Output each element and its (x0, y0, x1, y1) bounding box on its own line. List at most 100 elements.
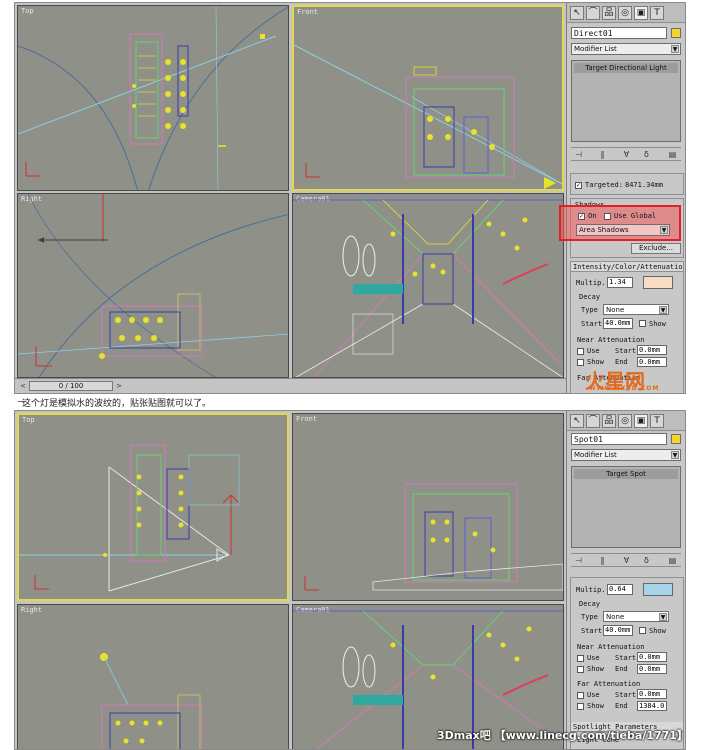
far-start-spinner[interactable]: 0.0mm (637, 689, 667, 699)
stack-tools: ⊣ ‖ ∀ δ ▤ (571, 147, 681, 161)
decay-header: Decay (579, 293, 601, 301)
near-use-checkbox[interactable] (577, 348, 584, 355)
hierarchy-tab-icon[interactable]: 品 (602, 414, 616, 428)
command-panel-tabs: ↖ ⌒ 品 ◎ ▣ T (567, 411, 685, 431)
watermark-logo-sub: WWW.HXSD.COM (589, 385, 660, 392)
near-start-spinner[interactable]: 0.0mm (637, 345, 667, 355)
command-panel-tabs: ↖ ⌒ 品 ◎ ▣ T (567, 3, 685, 23)
pin-stack-icon[interactable]: ⊣ (573, 556, 584, 566)
multiplier-label: Multip. (576, 279, 606, 287)
shadow-type-label: Area Shadows (579, 226, 629, 234)
viewport-top[interactable]: Top (17, 413, 289, 601)
make-unique-icon[interactable]: ∀ (621, 556, 632, 566)
hierarchy-tab-icon[interactable]: 品 (602, 6, 616, 20)
modifier-stack[interactable]: Target Spot (571, 466, 681, 548)
viewport-front[interactable]: Front (292, 413, 564, 601)
exclude-button[interactable]: Exclude... (631, 243, 681, 254)
modify-tab-icon[interactable]: ⌒ (586, 414, 600, 428)
viewport-right[interactable]: Right (17, 604, 289, 749)
shadows-on-checkbox[interactable]: ✓ (578, 213, 585, 220)
viewport-right[interactable]: Right (17, 193, 289, 378)
decay-start-spinner[interactable]: 40.0mm (603, 318, 633, 329)
far-start-label: Start (615, 691, 637, 699)
object-color-swatch[interactable] (671, 28, 681, 38)
create-tab-icon[interactable]: ↖ (570, 6, 584, 20)
decay-type-label: Type (581, 613, 598, 621)
configure-sets-icon[interactable]: ▤ (667, 150, 678, 160)
near-end-spinner[interactable]: 0.0mm (637, 664, 667, 674)
light-color-swatch[interactable] (643, 276, 673, 289)
far-use-checkbox[interactable] (577, 692, 584, 699)
utilities-tab-icon[interactable]: T (650, 6, 664, 20)
chevron-down-icon: ▼ (659, 306, 667, 314)
create-tab-icon[interactable]: ↖ (570, 414, 584, 428)
decay-show-label: Show (649, 320, 666, 328)
object-name-field[interactable]: Direct01 (571, 27, 667, 39)
near-attenuation-header: Near Attenuation (577, 643, 645, 651)
modifier-list-dropdown[interactable]: Modifier List ▼ (571, 449, 681, 461)
decay-start-spinner[interactable]: 40.0mm (603, 625, 633, 636)
multiplier-spinner[interactable]: 1.34 (607, 277, 633, 288)
multiplier-spinner[interactable]: 0.64 (607, 584, 633, 595)
object-name-field[interactable]: Spot01 (571, 433, 667, 445)
decay-show-checkbox[interactable] (639, 320, 646, 327)
general-parameters-rollout: ✓ Targeted: 8471.34mm (570, 173, 684, 195)
object-color-swatch[interactable] (671, 434, 681, 444)
viewport-right-geometry (18, 194, 288, 377)
near-show-checkbox[interactable] (577, 359, 584, 366)
decay-start-label: Start (581, 627, 603, 635)
use-global-label: Use Global (614, 212, 657, 220)
time-prev-arrow-icon[interactable]: < (19, 381, 27, 391)
remove-modifier-icon[interactable]: δ (641, 556, 652, 566)
time-slider[interactable]: 0 / 100 (29, 381, 113, 391)
far-use-label: Use (587, 691, 600, 699)
decay-type-value: None (606, 613, 625, 621)
stack-tools: ⊣ ‖ ∀ δ ▤ (571, 553, 681, 567)
modifier-stack[interactable]: Target Directional Light (571, 60, 681, 142)
viewport-camera[interactable]: Camera01 (292, 193, 564, 378)
command-panel: ↖ ⌒ 品 ◎ ▣ T Direct01 Modifier List ▼ Tar… (559, 3, 685, 393)
decay-type-label: Type (581, 306, 598, 314)
viewport-camera-geometry (293, 199, 563, 377)
near-use-checkbox[interactable] (577, 655, 584, 662)
near-use-label: Use (587, 347, 600, 355)
intensity-rollout: Multip. 0.64 Decay Type None ▼ Start 40.… (570, 577, 684, 749)
viewport-front-geometry (304, 483, 563, 591)
remove-modifier-icon[interactable]: δ (641, 150, 652, 160)
show-end-result-icon[interactable]: ‖ (597, 556, 608, 566)
time-next-arrow-icon[interactable]: > (115, 381, 123, 391)
near-show-checkbox[interactable] (577, 666, 584, 673)
motion-tab-icon[interactable]: ◎ (618, 414, 632, 428)
pin-stack-icon[interactable]: ⊣ (573, 150, 584, 160)
shadows-on-label: On (588, 212, 597, 220)
modify-tab-icon[interactable]: ⌒ (586, 6, 600, 20)
utilities-tab-icon[interactable]: T (650, 414, 664, 428)
viewport-front[interactable]: Front (292, 5, 564, 191)
far-show-checkbox[interactable] (577, 703, 584, 710)
show-end-result-icon[interactable]: ‖ (597, 150, 608, 160)
stack-item-light[interactable]: Target Spot (574, 469, 678, 479)
shadow-type-dropdown[interactable]: Area Shadows ▼ (576, 224, 670, 236)
modifier-list-label: Modifier List (574, 451, 617, 459)
display-tab-icon[interactable]: ▣ (634, 6, 648, 20)
multiplier-label: Multip. (576, 586, 606, 594)
modifier-list-label: Modifier List (574, 45, 617, 53)
watermark-forum: 3Dmax吧 【www.linecg.com/tieba/1771】 (437, 729, 686, 742)
display-tab-icon[interactable]: ▣ (634, 414, 648, 428)
stack-item-light[interactable]: Target Directional Light (574, 63, 678, 73)
make-unique-icon[interactable]: ∀ (621, 150, 632, 160)
near-start-spinner[interactable]: 0.0mm (637, 652, 667, 662)
configure-sets-icon[interactable]: ▤ (667, 556, 678, 566)
motion-tab-icon[interactable]: ◎ (618, 6, 632, 20)
targeted-checkbox[interactable]: ✓ (575, 182, 582, 189)
viewport-top[interactable]: Top (17, 5, 289, 191)
far-end-label: End (615, 702, 628, 710)
use-global-checkbox[interactable] (604, 213, 611, 220)
far-end-spinner[interactable]: 1384.0 (637, 701, 667, 711)
light-color-swatch[interactable] (643, 583, 673, 596)
decay-type-dropdown[interactable]: None ▼ (603, 304, 669, 315)
decay-type-dropdown[interactable]: None ▼ (603, 611, 669, 622)
decay-show-checkbox[interactable] (639, 627, 646, 634)
intensity-rollout-header[interactable]: Intensity/Color/Attenuation (571, 262, 683, 272)
modifier-list-dropdown[interactable]: Modifier List ▼ (571, 43, 681, 55)
